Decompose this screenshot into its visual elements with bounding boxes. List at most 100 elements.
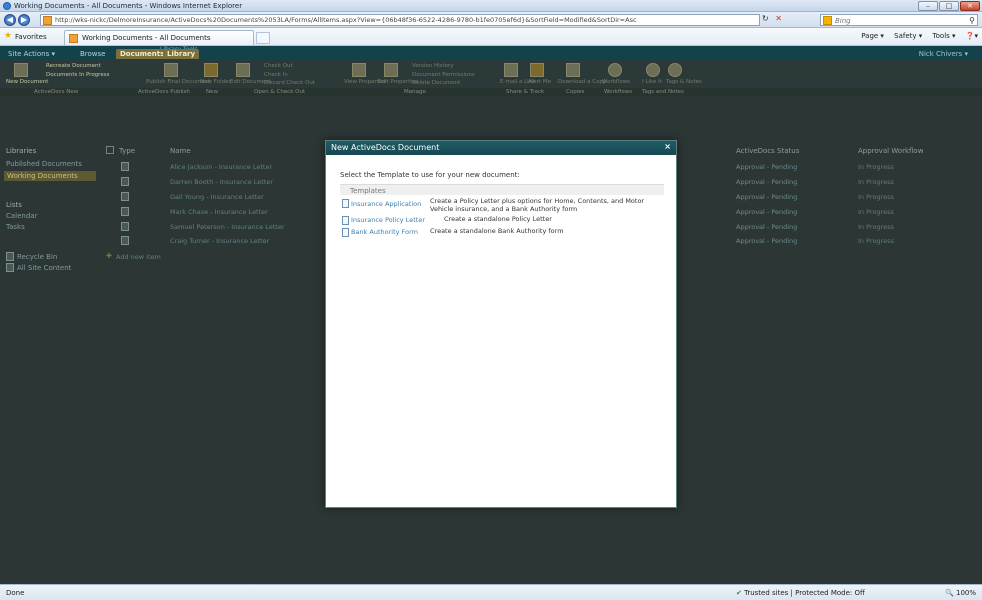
command-bar: Page ▾ Safety ▾ Tools ▾ ❓▾ (853, 32, 978, 40)
nav-all-site-content[interactable]: All Site Content (17, 264, 71, 272)
table-row-workflow[interactable]: In Progress (858, 237, 894, 245)
documents-in-progress-button[interactable]: Documents In Progress (46, 72, 109, 78)
security-zone[interactable]: ✔ Trusted sites | Protected Mode: Off (736, 589, 865, 597)
alert-me-icon[interactable] (530, 63, 544, 77)
edit-properties-icon[interactable] (384, 63, 398, 77)
search-input[interactable] (835, 16, 965, 25)
table-row-name[interactable]: Gail Young - Insurance Letter (170, 193, 264, 201)
document-permissions-button[interactable]: Document Permissions (412, 72, 475, 78)
discard-check-out-button[interactable]: Discard Check Out (264, 80, 315, 86)
i-like-it-button[interactable]: I Like It (642, 79, 662, 85)
page-menu[interactable]: Page ▾ (861, 32, 884, 40)
new-tab-button[interactable] (256, 32, 270, 44)
workflows-icon[interactable] (608, 63, 622, 77)
table-row-status: Approval - Pending (736, 237, 798, 245)
template-link[interactable]: Insurance Application (351, 200, 421, 208)
col-header-name[interactable]: Name (170, 147, 191, 155)
search-box[interactable]: ⚲ (820, 14, 978, 26)
table-row-name[interactable]: Darren Booth - Insurance Letter (170, 178, 273, 186)
nav-published-documents[interactable]: Published Documents (6, 160, 82, 168)
check-out-button[interactable]: Check Out (264, 63, 293, 69)
back-button[interactable]: ◀ (4, 14, 16, 26)
dialog-close-icon[interactable]: × (664, 142, 671, 151)
table-row-workflow[interactable]: In Progress (858, 193, 894, 201)
i-like-it-icon[interactable] (646, 63, 660, 77)
close-window-button[interactable]: ✕ (960, 1, 980, 11)
template-row[interactable]: Insurance Policy Letter Create a standal… (340, 215, 664, 227)
new-folder-icon[interactable] (204, 63, 218, 77)
new-document-icon[interactable] (14, 63, 28, 77)
address-toolbar: ◀ ▶ http://wks-nickc/DelmoreInsurance/Ac… (0, 12, 982, 28)
zoom-control[interactable]: 🔍 100% (945, 589, 976, 597)
download-copy-icon[interactable] (566, 63, 580, 77)
email-link-icon[interactable] (504, 63, 518, 77)
publish-final-icon[interactable] (164, 63, 178, 77)
delete-document-button[interactable]: Delete Document (412, 80, 460, 86)
nav-working-documents[interactable]: Working Documents (4, 171, 96, 181)
col-header-activedocs-status[interactable]: ActiveDocs Status (736, 147, 799, 155)
word-doc-icon (121, 236, 129, 245)
tab-library[interactable]: Library (163, 49, 200, 59)
nav-recycle-bin[interactable]: Recycle Bin (17, 253, 57, 261)
add-new-item-link[interactable]: Add new item (116, 253, 161, 261)
nav-libraries-heading[interactable]: Libraries (6, 147, 36, 155)
zoom-value: 100% (955, 589, 976, 597)
nav-lists-heading[interactable]: Lists (6, 201, 22, 209)
browser-tab[interactable]: Working Documents - All Documents (64, 30, 254, 45)
table-row-workflow[interactable]: In Progress (858, 178, 894, 186)
user-menu[interactable]: Nick Chivers ▾ (919, 50, 968, 58)
table-row-name[interactable]: Mark Chase - Insurance Letter (170, 208, 268, 216)
nav-calendar[interactable]: Calendar (6, 212, 37, 220)
recycle-bin-icon (6, 252, 14, 261)
dialog-title: New ActiveDocs Document (331, 143, 440, 152)
select-all-checkbox[interactable] (106, 146, 114, 154)
alert-me-button[interactable]: Alert Me (528, 79, 551, 85)
favorites-button[interactable]: Favorites (15, 33, 47, 41)
template-link[interactable]: Bank Authority Form (351, 228, 418, 236)
table-row-name[interactable]: Alice Jackson - Insurance Letter (170, 163, 272, 171)
table-row-workflow[interactable]: In Progress (858, 223, 894, 231)
new-document-button[interactable]: New Document (6, 79, 48, 85)
help-menu[interactable]: ❓▾ (966, 32, 978, 40)
nav-tasks[interactable]: Tasks (6, 223, 25, 231)
download-copy-button[interactable]: Download a Copy (558, 79, 606, 85)
zoom-icon: 🔍 (945, 589, 956, 597)
page-icon (43, 16, 52, 25)
address-input[interactable]: http://wks-nickc/DelmoreInsurance/Active… (40, 14, 760, 26)
tab-label: Working Documents - All Documents (82, 34, 211, 42)
edit-document-icon[interactable] (236, 63, 250, 77)
security-zone-label: Trusted sites | Protected Mode: Off (744, 589, 865, 597)
template-row[interactable]: Insurance Application Create a Policy Le… (340, 197, 664, 216)
address-tools: ↻ ✕ (762, 14, 786, 26)
safety-menu[interactable]: Safety ▾ (894, 32, 922, 40)
tab-browse[interactable]: Browse (80, 50, 106, 58)
col-header-approval-workflow[interactable]: Approval Workflow (858, 147, 923, 155)
group-label-new: New (206, 89, 218, 95)
table-row-name[interactable]: Craig Turner - Insurance Letter (170, 237, 269, 245)
template-row[interactable]: Bank Authority Form Create a standalone … (340, 227, 664, 239)
tools-menu[interactable]: Tools ▾ (933, 32, 956, 40)
search-icon[interactable]: ⚲ (969, 16, 975, 25)
workflows-button[interactable]: Workflows (602, 79, 630, 85)
template-description: Create a Policy Letter plus options for … (430, 197, 645, 213)
minimize-button[interactable]: – (918, 1, 938, 11)
forward-button[interactable]: ▶ (18, 14, 30, 26)
table-row-name[interactable]: Samuel Peterson - Insurance Letter (170, 223, 285, 231)
table-row-status: Approval - Pending (736, 223, 798, 231)
tags-notes-button[interactable]: Tags & Notes (666, 79, 702, 85)
recreate-document-button[interactable]: Recreate Document (46, 63, 101, 69)
stop-icon[interactable]: ✕ (775, 14, 782, 23)
site-actions-menu[interactable]: Site Actions ▾ (8, 50, 55, 58)
refresh-icon[interactable]: ↻ (762, 14, 769, 23)
table-row-workflow[interactable]: In Progress (858, 163, 894, 171)
maximize-button[interactable]: □ (939, 1, 959, 11)
view-properties-icon[interactable] (352, 63, 366, 77)
new-folder-button[interactable]: New Folder (200, 79, 231, 85)
col-header-type[interactable]: Type (119, 147, 135, 155)
table-row-workflow[interactable]: In Progress (858, 208, 894, 216)
tab-documents[interactable]: Documents (116, 49, 169, 59)
tags-notes-icon[interactable] (668, 63, 682, 77)
version-history-button[interactable]: Version History (412, 63, 454, 69)
check-in-button[interactable]: Check In (264, 72, 288, 78)
template-link[interactable]: Insurance Policy Letter (351, 216, 425, 224)
